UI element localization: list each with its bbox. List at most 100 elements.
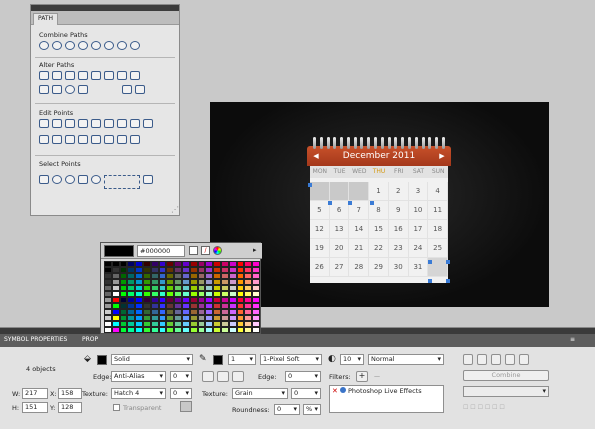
stroke-edge-value[interactable]: 0 — [285, 371, 321, 382]
smooth-icon[interactable] — [65, 119, 75, 128]
outline-icon[interactable] — [78, 71, 88, 80]
align-button[interactable] — [505, 354, 515, 365]
simplify-icon[interactable] — [65, 71, 75, 80]
frame-icon[interactable] — [130, 71, 140, 80]
color-cell[interactable] — [205, 327, 214, 333]
height-field[interactable]: 151 — [22, 402, 48, 413]
resize-grip-icon[interactable]: ⋰ — [171, 205, 179, 214]
align-right-icon[interactable] — [65, 135, 75, 144]
roundness-unit-select[interactable]: % — [303, 404, 321, 415]
color-cell[interactable] — [143, 327, 151, 333]
selection-handle[interactable] — [428, 279, 432, 283]
tab-properties[interactable]: PROP — [82, 336, 98, 343]
add-filter-icon[interactable]: + — [356, 371, 368, 382]
color-cell[interactable] — [221, 327, 229, 333]
shape-icon[interactable] — [39, 85, 49, 94]
punch-icon[interactable] — [91, 41, 101, 50]
color-cell[interactable] — [158, 327, 167, 333]
round-icon[interactable] — [130, 135, 140, 144]
color-cell[interactable] — [166, 327, 175, 333]
stroke-size-select[interactable]: 1 — [228, 354, 256, 365]
corner-icon[interactable] — [78, 119, 88, 128]
color-cell[interactable] — [228, 327, 237, 333]
pencil-icon[interactable]: ✎ — [199, 354, 207, 364]
point-selection-icon[interactable] — [104, 175, 140, 189]
book-icon[interactable] — [104, 71, 114, 80]
remove-filter-icon[interactable]: — — [374, 373, 380, 380]
roundness-field[interactable]: 0 — [274, 404, 300, 415]
select-all-icon[interactable] — [52, 175, 62, 184]
texture-preview[interactable] — [180, 401, 192, 412]
tab-symbol-properties[interactable]: SYMBOL PROPERTIES — [4, 336, 67, 343]
align-center-icon[interactable] — [52, 135, 62, 144]
width-field[interactable]: 217 — [22, 388, 48, 399]
stroke-center-button[interactable] — [217, 371, 229, 382]
color-cell[interactable] — [197, 327, 206, 333]
fill-texture-value[interactable]: 0 — [170, 388, 192, 399]
align-left-icon[interactable] — [39, 135, 49, 144]
path-tab[interactable]: PATH — [33, 13, 59, 25]
align-button[interactable] — [477, 354, 487, 365]
stroke-outside-button[interactable] — [232, 371, 244, 382]
union-icon[interactable] — [39, 41, 49, 50]
split-icon[interactable] — [104, 41, 114, 50]
stroke-texture-select[interactable]: Grain — [232, 388, 288, 399]
fill-color-swatch[interactable] — [97, 355, 107, 365]
color-cell[interactable] — [127, 327, 136, 333]
add-point-icon[interactable] — [39, 119, 49, 128]
join-icon[interactable] — [52, 41, 62, 50]
selection-handle[interactable] — [348, 201, 352, 205]
select-inverse-icon[interactable] — [65, 175, 75, 184]
color-cell[interactable] — [213, 327, 221, 333]
straight-icon[interactable] — [91, 135, 101, 144]
color-cell[interactable] — [104, 327, 112, 333]
style-select[interactable] — [463, 386, 549, 397]
picker-menu-icon[interactable]: ▸ — [253, 246, 257, 254]
selection-handle[interactable] — [428, 260, 432, 264]
filter-item[interactable]: Photoshop Live Effects — [348, 387, 422, 395]
select-circle-icon[interactable] — [91, 175, 101, 184]
system-color-icon[interactable] — [213, 246, 222, 255]
fill-type-select[interactable]: Solid — [111, 354, 193, 365]
color-cell[interactable] — [252, 327, 260, 333]
filter-remove-icon[interactable]: ✕ — [332, 387, 338, 395]
color-cell[interactable] — [236, 327, 245, 333]
fillet-icon[interactable] — [104, 135, 114, 144]
panel-menu-icon[interactable]: ≡ — [570, 336, 575, 343]
reverse-icon[interactable] — [117, 119, 127, 128]
rect-icon[interactable] — [91, 71, 101, 80]
open-path-icon[interactable] — [143, 119, 153, 128]
color-cell[interactable] — [174, 327, 182, 333]
select-path-icon[interactable] — [39, 175, 49, 184]
paint-bucket-icon[interactable]: ⬙ — [84, 354, 91, 364]
stroke-inside-button[interactable] — [202, 371, 214, 382]
curve-icon[interactable] — [78, 135, 88, 144]
transparent-checkbox[interactable] — [113, 404, 120, 411]
rotate-icon[interactable] — [104, 119, 114, 128]
remove-point-icon[interactable] — [52, 119, 62, 128]
close-path-icon[interactable] — [130, 119, 140, 128]
select-box-icon[interactable] — [143, 175, 153, 184]
select-square-icon[interactable] — [78, 175, 88, 184]
selection-handle[interactable] — [446, 260, 450, 264]
color-picker-popup[interactable]: #000000 / ▸ — [100, 242, 262, 334]
expand-stroke-icon[interactable] — [39, 71, 49, 80]
color-cell[interactable] — [135, 327, 143, 333]
fill-edge-value[interactable]: 0 — [170, 371, 192, 382]
intersect-icon[interactable] — [65, 41, 75, 50]
color-cell[interactable] — [189, 327, 198, 333]
fill-edge-select[interactable]: Anti-Alias — [111, 371, 166, 382]
color-cell[interactable] — [111, 327, 120, 333]
chamfer-icon[interactable] — [117, 135, 127, 144]
selection-handle[interactable] — [370, 201, 374, 205]
stroke-texture-value[interactable]: 0 — [291, 388, 321, 399]
fill-texture-select[interactable]: Hatch 4 — [111, 388, 166, 399]
selection-handle[interactable] — [328, 201, 332, 205]
align-button[interactable] — [463, 354, 473, 365]
blend-mode-select[interactable]: Normal — [368, 354, 444, 365]
combine-button[interactable]: Combine — [463, 370, 549, 381]
opacity-field[interactable]: 10 — [340, 354, 364, 365]
crop-icon[interactable] — [78, 41, 88, 50]
color-cell[interactable] — [119, 327, 128, 333]
color-cell[interactable] — [150, 327, 159, 333]
